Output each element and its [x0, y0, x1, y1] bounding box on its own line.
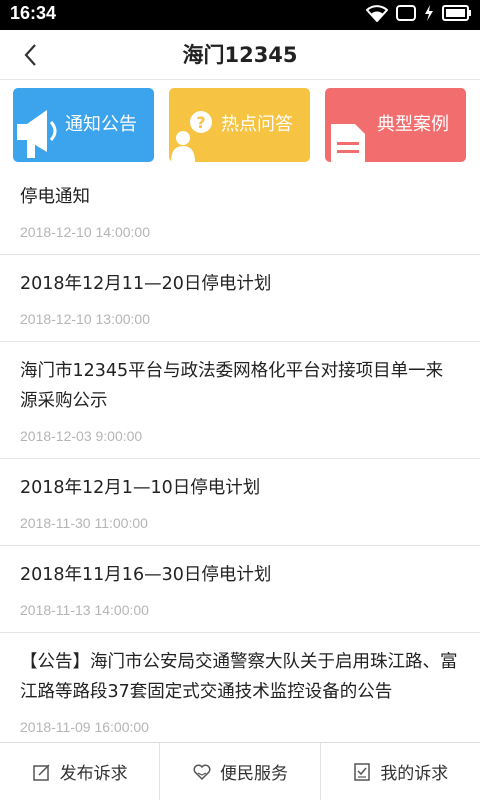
chevron-left-icon	[24, 44, 36, 66]
item-title: 2018年12月11—20日停电计划	[20, 274, 272, 294]
tab-my-requests[interactable]: 我的诉求	[321, 743, 480, 800]
document-icon	[331, 124, 365, 162]
battery-icon	[442, 5, 472, 25]
wifi-icon	[365, 4, 389, 26]
item-title: 海门市12345平台与政法委网格化平台对接项目单一来源采购公示	[20, 361, 444, 411]
item-title: 2018年12月1—10日停电计划	[20, 478, 261, 498]
page-title: 海门12345	[182, 43, 298, 67]
heart-hand-icon	[193, 764, 211, 780]
item-title: 2018年11月16—30日停电计划	[20, 565, 272, 585]
tab-convenience-services[interactable]: 便民服务	[160, 743, 321, 800]
item-date: 2018-11-13 14:00:00	[20, 602, 149, 618]
checklist-icon	[354, 762, 371, 781]
status-bar: 16:34	[0, 0, 480, 30]
item-date: 2018-11-09 16:00:00	[20, 719, 149, 735]
list-item[interactable]: 【公告】海门市公安局交通警察大队关于启用珠江路、富江路等路段37套固定式交通技术…	[0, 633, 480, 742]
sim-icon	[396, 5, 416, 25]
nav-bar: 海门12345	[0, 30, 480, 80]
category-notice-label: 通知公告	[65, 114, 137, 135]
list-item[interactable]: 停电通知 2018-12-10 14:00:00	[0, 168, 480, 255]
item-date: 2018-11-30 11:00:00	[20, 515, 148, 531]
tab-convenience-services-label: 便民服务	[219, 764, 288, 784]
bottom-tab-bar: 发布诉求 便民服务 我的诉求	[0, 742, 480, 800]
category-hot-qa[interactable]: ? 热点问答	[169, 88, 310, 162]
category-row: 通知公告 ? 热点问答 典型案例	[0, 80, 480, 168]
category-hot-qa-label: 热点问答	[221, 114, 293, 135]
list-item[interactable]: 2018年12月1—10日停电计划 2018-11-30 11:00:00	[0, 459, 480, 546]
status-time: 16:34	[10, 3, 57, 23]
edit-icon	[32, 763, 50, 781]
back-button[interactable]	[10, 35, 50, 75]
tab-submit-request[interactable]: 发布诉求	[0, 743, 161, 800]
item-date: 2018-12-03 9:00:00	[20, 428, 143, 444]
svg-text:?: ?	[196, 113, 205, 132]
category-notice[interactable]: 通知公告	[13, 88, 154, 162]
item-title: 停电通知	[20, 187, 90, 207]
announcement-list: 停电通知 2018-12-10 14:00:00 2018年12月11—20日停…	[0, 168, 480, 742]
megaphone-icon	[17, 110, 57, 158]
status-icons	[365, 4, 472, 26]
tab-submit-request-label: 发布诉求	[59, 764, 128, 784]
charging-icon	[424, 5, 434, 25]
list-item[interactable]: 海门市12345平台与政法委网格化平台对接项目单一来源采购公示 2018-12-…	[0, 342, 480, 459]
category-cases[interactable]: 典型案例	[325, 88, 466, 162]
list-item[interactable]: 2018年11月16—30日停电计划 2018-11-13 14:00:00	[0, 546, 480, 633]
item-title: 【公告】海门市公安局交通警察大队关于启用珠江路、富江路等路段37套固定式交通技术…	[20, 652, 458, 702]
item-date: 2018-12-10 14:00:00	[20, 224, 150, 240]
list-item[interactable]: 2018年12月11—20日停电计划 2018-12-10 13:00:00	[0, 255, 480, 342]
tab-my-requests-label: 我的诉求	[380, 764, 449, 784]
item-date: 2018-12-10 13:00:00	[20, 311, 150, 327]
category-cases-label: 典型案例	[377, 114, 449, 135]
question-person-icon: ?	[171, 111, 212, 162]
